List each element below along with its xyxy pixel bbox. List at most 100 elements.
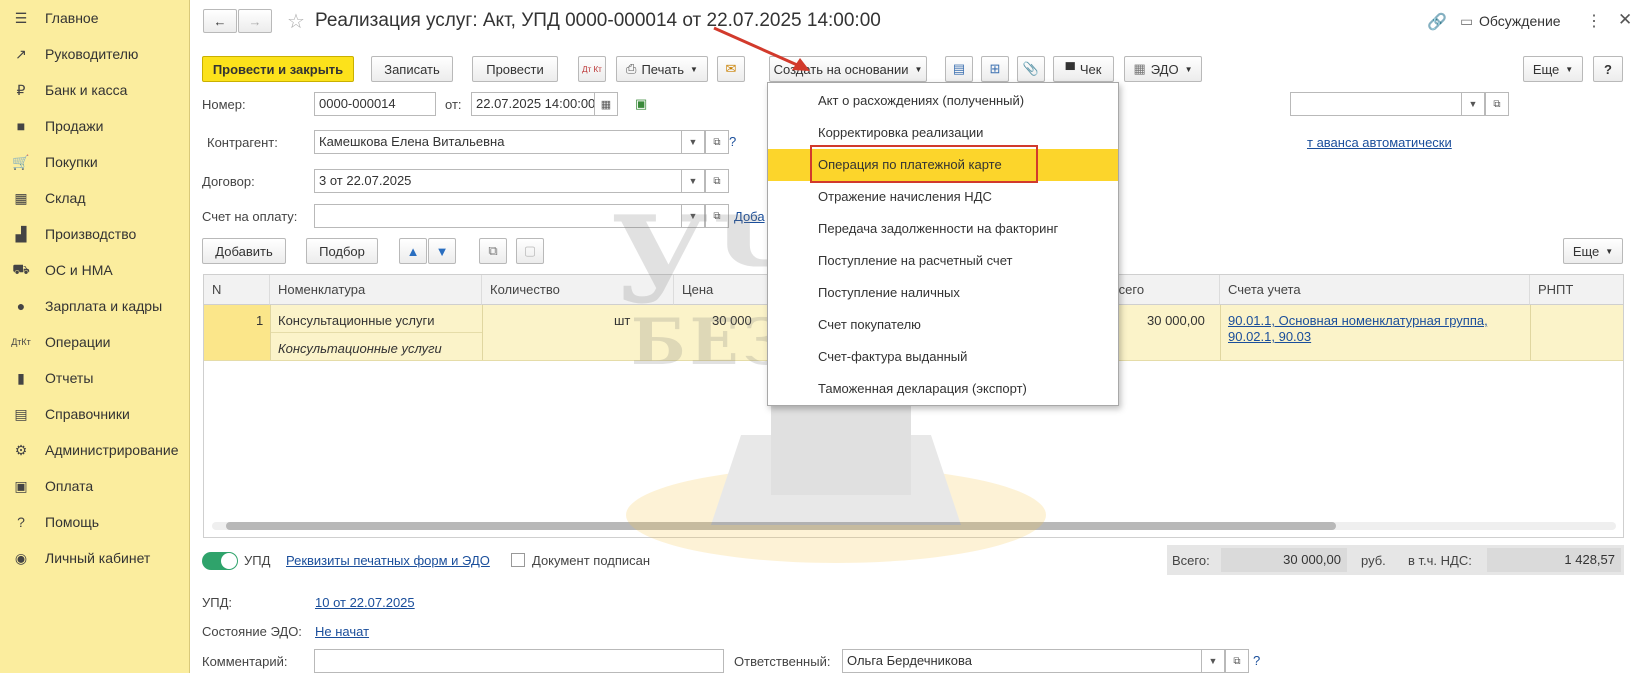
menu-item-discrepancy-act[interactable]: Акт о расхождениях (полученный)	[768, 85, 1118, 117]
requisites-link[interactable]: Реквизиты печатных форм и ЭДО	[286, 553, 490, 568]
check-button[interactable]: ▀ Чек	[1053, 56, 1114, 82]
dt-kt-button[interactable]: Дт Кт	[578, 56, 606, 82]
chevron-down-icon: ▼	[914, 64, 923, 74]
responsible-field[interactable]: Ольга Бердечникова	[842, 649, 1202, 673]
sidebar-item-main[interactable]: ☰ Главное	[0, 1, 190, 35]
contract-field[interactable]: 3 от 22.07.2025	[314, 169, 682, 193]
chat-icon[interactable]: ▭	[1460, 13, 1473, 30]
menu-item-factoring[interactable]: Передача задолженности на факторинг	[768, 213, 1118, 245]
horizontal-scrollbar[interactable]	[212, 522, 1616, 530]
contractor-label: Контрагент:	[207, 135, 278, 150]
scrollbar-thumb[interactable]	[226, 522, 1336, 530]
invoice-dropdown-button[interactable]: ▼	[681, 204, 705, 228]
sidebar-item-label: Операции	[45, 334, 111, 350]
back-button[interactable]: ←	[203, 9, 237, 33]
chevron-down-icon: ▼	[1468, 99, 1478, 109]
sidebar-item-salary[interactable]: ● Зарплата и кадры	[0, 289, 190, 323]
column-header-quantity[interactable]: Количество	[482, 275, 674, 305]
contract-dropdown-button[interactable]: ▼	[681, 169, 705, 193]
cell-divider	[482, 305, 483, 360]
number-settings-icon[interactable]: ▣	[635, 96, 647, 112]
sidebar-item-admin[interactable]: ⚙ Администрирование	[0, 433, 190, 467]
contract-open-button[interactable]: ⧉	[705, 169, 729, 193]
menu-item-issued-invoice[interactable]: Счет-фактура выданный	[768, 341, 1118, 373]
help-button[interactable]: ?	[1593, 56, 1623, 82]
sidebar-item-assets[interactable]: ⛟ ОС и НМА	[0, 253, 190, 287]
organization-field[interactable]	[1290, 92, 1462, 116]
organization-dropdown-button[interactable]: ▼	[1461, 92, 1485, 116]
contractor-open-button[interactable]: ⧉	[705, 130, 729, 154]
column-header-nomenclature[interactable]: Номенклатура	[270, 275, 482, 305]
row-accounts-link[interactable]: 90.01.1, Основная номенклатурная группа,…	[1228, 313, 1518, 345]
number-field[interactable]: 0000-000014	[314, 92, 436, 116]
more-button[interactable]: Еще ▼	[1523, 56, 1583, 82]
menu-item-cash-receipt[interactable]: Поступление наличных	[768, 277, 1118, 309]
paste-button[interactable]: ▢	[516, 238, 544, 264]
comment-field[interactable]	[314, 649, 724, 673]
contractor-dropdown-button[interactable]: ▼	[681, 130, 705, 154]
row-nomenclature-content[interactable]: Консультационные услуги	[278, 341, 442, 356]
upd-link[interactable]: 10 от 22.07.2025	[315, 595, 415, 610]
row-nomenclature[interactable]: Консультационные услуги	[278, 313, 435, 328]
menu-item-bank-receipt[interactable]: Поступление на расчетный счет	[768, 245, 1118, 277]
sidebar-item-operations[interactable]: ДтКт Операции	[0, 325, 190, 359]
structure-button[interactable]: ⊞	[981, 56, 1009, 82]
signed-checkbox[interactable]	[511, 553, 525, 567]
more-vertical-icon[interactable]: ⋮	[1586, 11, 1602, 31]
sidebar-item-purchases[interactable]: 🛒 Покупки	[0, 145, 190, 179]
sidebar-item-payment[interactable]: ▣ Оплата	[0, 469, 190, 503]
document-icon-button[interactable]: ▤	[945, 56, 973, 82]
calendar-button[interactable]: ▦	[594, 92, 618, 116]
currency-label: руб.	[1361, 553, 1386, 568]
move-down-button[interactable]: ▼	[428, 238, 456, 264]
invoice-open-button[interactable]: ⧉	[705, 204, 729, 228]
pick-button[interactable]: Подбор	[306, 238, 378, 264]
sidebar-item-manager[interactable]: ↗ Руководителю	[0, 37, 190, 71]
post-button[interactable]: Провести	[472, 56, 558, 82]
invoice-label: Счет на оплату:	[202, 209, 298, 224]
close-icon[interactable]: ✕	[1618, 10, 1632, 30]
upd-toggle[interactable]	[202, 552, 238, 570]
post-and-close-button[interactable]: Провести и закрыть	[202, 56, 354, 82]
responsible-dropdown-button[interactable]: ▼	[1201, 649, 1225, 673]
star-icon[interactable]: ☆	[287, 9, 305, 34]
organization-open-button[interactable]: ⧉	[1485, 92, 1509, 116]
sidebar-item-production[interactable]: ▟ Производство	[0, 217, 190, 251]
edo-state-link[interactable]: Не начат	[315, 624, 369, 639]
column-header-accounts[interactable]: Счета учета	[1220, 275, 1530, 305]
attach-button[interactable]: 📎	[1017, 56, 1045, 82]
row-price[interactable]: 30 000	[712, 313, 752, 328]
print-button[interactable]: ⎙ Печать ▼	[616, 56, 708, 82]
link-icon[interactable]: 🔗	[1427, 12, 1447, 32]
sidebar-item-account[interactable]: ◉ Личный кабинет	[0, 541, 190, 575]
invoice-field[interactable]	[314, 204, 682, 228]
column-header-rnpt[interactable]: РНПТ	[1530, 275, 1623, 305]
sidebar-item-bank[interactable]: ₽ Банк и касса	[0, 73, 190, 107]
edo-button[interactable]: ▦ ЭДО ▼	[1124, 56, 1202, 82]
sidebar-item-help[interactable]: ? Помощь	[0, 505, 190, 539]
save-button[interactable]: Записать	[371, 56, 453, 82]
discussion-link[interactable]: Обсуждение	[1479, 13, 1561, 29]
add-row-button[interactable]: Добавить	[202, 238, 286, 264]
sidebar-item-reports[interactable]: ▮ Отчеты	[0, 361, 190, 395]
menu-item-customs-declaration[interactable]: Таможенная декларация (экспорт)	[768, 373, 1118, 405]
column-header-n[interactable]: N	[204, 275, 270, 305]
sidebar-item-label: Покупки	[45, 154, 98, 170]
advance-offset-link[interactable]: т аванса автоматически	[1307, 135, 1452, 150]
forward-button[interactable]: →	[238, 9, 272, 33]
menu-item-vat-accrual[interactable]: Отражение начисления НДС	[768, 181, 1118, 213]
move-up-button[interactable]: ▲	[399, 238, 427, 264]
column-header-total[interactable]: Всего	[1102, 275, 1220, 305]
table-more-button[interactable]: Еще ▼	[1563, 238, 1623, 264]
responsible-help-icon[interactable]: ?	[1253, 653, 1260, 668]
responsible-open-button[interactable]: ⧉	[1225, 649, 1249, 673]
menu-item-customer-invoice[interactable]: Счет покупателю	[768, 309, 1118, 341]
sidebar-item-warehouse[interactable]: ▦ Склад	[0, 181, 190, 215]
add-invoice-link[interactable]: Доба	[734, 209, 765, 224]
sidebar-item-directories[interactable]: ▤ Справочники	[0, 397, 190, 431]
sidebar-item-sales[interactable]: ■ Продажи	[0, 109, 190, 143]
date-field[interactable]: 22.07.2025 14:00:00	[471, 92, 595, 116]
contractor-help-icon[interactable]: ?	[729, 134, 736, 149]
copy-button[interactable]: ⧉	[479, 238, 507, 264]
contractor-field[interactable]: Камешкова Елена Витальевна	[314, 130, 682, 154]
